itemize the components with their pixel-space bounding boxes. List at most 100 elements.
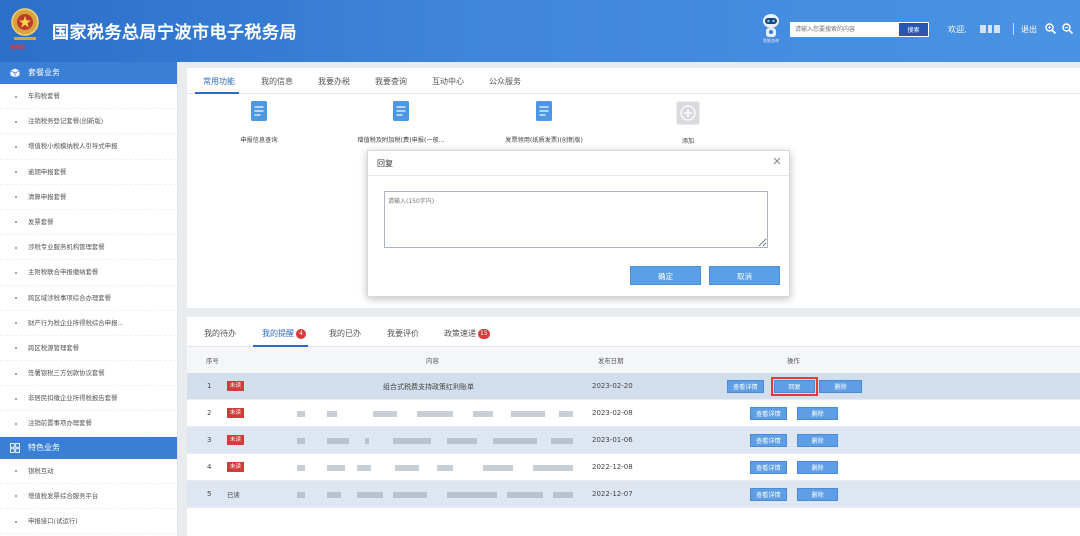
shortcut-label: 申报信息查询 bbox=[240, 137, 278, 144]
shortcut-vat-declaration[interactable]: 增值税及附加税(费)申报(一般... bbox=[321, 100, 481, 144]
dialog-title: 回复 bbox=[377, 159, 393, 168]
sidebar-item[interactable]: 跨区域涉税事项综合办理套餐 bbox=[0, 286, 177, 311]
cancel-button[interactable]: 取消 bbox=[709, 266, 780, 285]
site-title: 国家税务总局宁波市电子税务局 bbox=[52, 23, 297, 43]
row-date: 2022-12-07 bbox=[592, 490, 633, 498]
row-content-masked bbox=[297, 491, 577, 499]
sidebar-item[interactable]: 清算申报套餐 bbox=[0, 185, 177, 210]
unread-badge: 未读 bbox=[227, 408, 245, 418]
tab-my-info[interactable]: 我的信息 bbox=[261, 76, 293, 87]
row-content-masked bbox=[297, 410, 577, 418]
tab-query[interactable]: 我要查询 bbox=[375, 76, 407, 87]
view-details-button[interactable]: 查看详情 bbox=[750, 461, 787, 474]
shortcut-declaration-query[interactable]: 申报信息查询 bbox=[179, 100, 339, 144]
reply-dialog: 回复 确定 取消 bbox=[367, 150, 790, 297]
sidebar-item[interactable]: 发票套餐 bbox=[0, 210, 177, 236]
sidebar-item[interactable]: 非居民扣缴企业所得税报告套餐 bbox=[0, 386, 177, 412]
delete-button[interactable]: 删除 bbox=[819, 380, 862, 393]
unread-badge: 未读 bbox=[227, 462, 245, 472]
shortcut-label: 添加 bbox=[681, 138, 695, 145]
sidebar-item[interactable]: 签署银税三方划款协议套餐 bbox=[0, 361, 177, 387]
table-header: 序号 内容 发布日期 操作 bbox=[187, 347, 1080, 373]
table-row[interactable]: 3 未读 2023-01-06 查看详情 删除 bbox=[187, 427, 1080, 454]
tab-label: 我的提醒 bbox=[262, 329, 294, 338]
table-row[interactable]: 1 未读 组合式税费支持政策红利账单 2023-02-20 查看详情 回复 删除 bbox=[187, 373, 1080, 400]
sidebar-item[interactable]: 注销税务登记套餐(创新版) bbox=[0, 109, 177, 135]
logout-link[interactable]: 退出 bbox=[1021, 24, 1037, 35]
col-header-date: 发布日期 bbox=[598, 357, 624, 365]
reply-textarea[interactable] bbox=[384, 191, 768, 248]
header-divider bbox=[1013, 23, 1014, 35]
welcome-text: 欢迎, bbox=[948, 25, 967, 34]
view-details-button[interactable]: 查看详情 bbox=[750, 407, 787, 420]
sidebar-item[interactable]: 增值税小规模纳税人引导式申报 bbox=[0, 134, 177, 160]
confirm-button[interactable]: 确定 bbox=[630, 266, 701, 285]
document-icon bbox=[251, 101, 267, 121]
sidebar-section-label: 特色业务 bbox=[28, 442, 60, 452]
table-row[interactable]: 4 未读 2022-12-08 查看详情 删除 bbox=[187, 454, 1080, 481]
grid-icon bbox=[10, 442, 20, 453]
close-icon[interactable] bbox=[771, 155, 783, 167]
robot-label: 智能咨询 bbox=[763, 38, 779, 43]
top-tab-bar: 常用功能 我的信息 我要办税 我要查询 互动中心 公众服务 bbox=[187, 68, 1080, 94]
delete-button[interactable]: 删除 bbox=[797, 461, 838, 474]
row-content-masked bbox=[297, 437, 577, 445]
tab-my-done[interactable]: 我的已办 bbox=[329, 328, 361, 339]
delete-button[interactable]: 删除 bbox=[797, 488, 838, 501]
tab-common[interactable]: 常用功能 bbox=[203, 76, 235, 87]
shortcut-invoice-collection[interactable]: 发票领用(纸质发票)(创新版) bbox=[464, 100, 624, 144]
count-badge: 15 bbox=[478, 329, 490, 339]
sidebar-item[interactable]: 财产行为税企业所得税综合申报... bbox=[0, 311, 177, 336]
row-date: 2023-02-20 bbox=[592, 382, 633, 390]
delete-button[interactable]: 删除 bbox=[797, 407, 838, 420]
view-details-button[interactable]: 查看详情 bbox=[727, 380, 764, 393]
view-details-button[interactable]: 查看详情 bbox=[750, 434, 787, 447]
sidebar-item[interactable]: 涉税专业服务机构管理套餐 bbox=[0, 235, 177, 261]
bottom-tab-bar: 我的待办 我的提醒 4 我的已办 我要评价 政策速递 15 bbox=[187, 317, 1080, 347]
view-details-button[interactable]: 查看详情 bbox=[750, 488, 787, 501]
row-date: 2023-02-08 bbox=[592, 409, 633, 417]
delete-button[interactable]: 删除 bbox=[797, 434, 838, 447]
tab-my-todo[interactable]: 我的待办 bbox=[204, 328, 236, 339]
zoom-out-icon[interactable] bbox=[1062, 23, 1073, 34]
tab-interaction[interactable]: 互动中心 bbox=[432, 76, 464, 87]
table-row[interactable]: 2 未读 2023-02-08 查看详情 删除 bbox=[187, 400, 1080, 427]
sidebar-item[interactable]: 申报接口(试运行) bbox=[0, 509, 177, 535]
sidebar-section-featured[interactable]: 特色业务 bbox=[0, 436, 177, 459]
tab-my-reminders[interactable]: 我的提醒 4 bbox=[262, 328, 306, 339]
shortcut-add[interactable]: 添加 bbox=[608, 101, 768, 145]
sidebar: 套餐业务 车购税套餐 注销税务登记套餐(创新版) 增值税小规模纳税人引导式申报 … bbox=[0, 62, 178, 536]
tab-tax-handling[interactable]: 我要办税 bbox=[318, 76, 350, 87]
row-content-masked bbox=[297, 464, 577, 472]
sidebar-item[interactable]: 增值税发票综合服务平台 bbox=[0, 484, 177, 509]
row-content[interactable]: 组合式税费支持政策红利账单 bbox=[383, 382, 474, 392]
zoom-in-icon[interactable] bbox=[1045, 23, 1056, 34]
sidebar-section-package[interactable]: 套餐业务 bbox=[0, 62, 177, 84]
row-date: 2022-12-08 bbox=[592, 463, 633, 471]
cube-icon bbox=[10, 68, 20, 78]
reply-highlight-outline bbox=[771, 377, 818, 396]
tab-evaluate[interactable]: 我要评价 bbox=[387, 328, 419, 339]
emblem-caption: 税务局 bbox=[10, 45, 26, 51]
unread-badge: 未读 bbox=[227, 381, 245, 391]
col-header-content: 内容 bbox=[426, 357, 439, 365]
dialog-divider bbox=[368, 175, 789, 176]
row-number: 4 bbox=[207, 463, 212, 471]
sidebar-item[interactable]: 车购税套餐 bbox=[0, 84, 177, 110]
tab-public-service[interactable]: 公众服务 bbox=[489, 76, 521, 87]
sidebar-section-label: 套餐业务 bbox=[28, 68, 60, 77]
shortcut-label: 发票领用(纸质发票)(创新版) bbox=[505, 137, 583, 144]
plus-icon bbox=[676, 101, 700, 125]
reminders-panel: 我的待办 我的提醒 4 我的已办 我要评价 政策速递 15 序号 内容 发布日期 操… bbox=[187, 317, 1080, 536]
table-row[interactable]: 5 已读 2022-12-07 查看详情 删除 bbox=[187, 481, 1080, 508]
search-button[interactable]: 搜索 bbox=[898, 22, 929, 37]
top-header: 税务局 国家税务总局宁波市电子税务局 智能咨询 搜索 欢迎, 退出 bbox=[0, 0, 1080, 62]
sidebar-item[interactable]: 跨区税源管理套餐 bbox=[0, 336, 177, 362]
sidebar-item[interactable]: 注销前置事项办理套餐 bbox=[0, 411, 177, 437]
tab-policy-express[interactable]: 政策速递 15 bbox=[444, 328, 490, 339]
sidebar-item[interactable]: 逾期申报套餐 bbox=[0, 160, 177, 185]
unread-badge: 未读 bbox=[227, 435, 245, 445]
sidebar-item[interactable]: 银税互动 bbox=[0, 459, 177, 484]
sidebar-item[interactable]: 主附税联合申报缴纳套餐 bbox=[0, 260, 177, 286]
search-input[interactable] bbox=[790, 22, 898, 37]
